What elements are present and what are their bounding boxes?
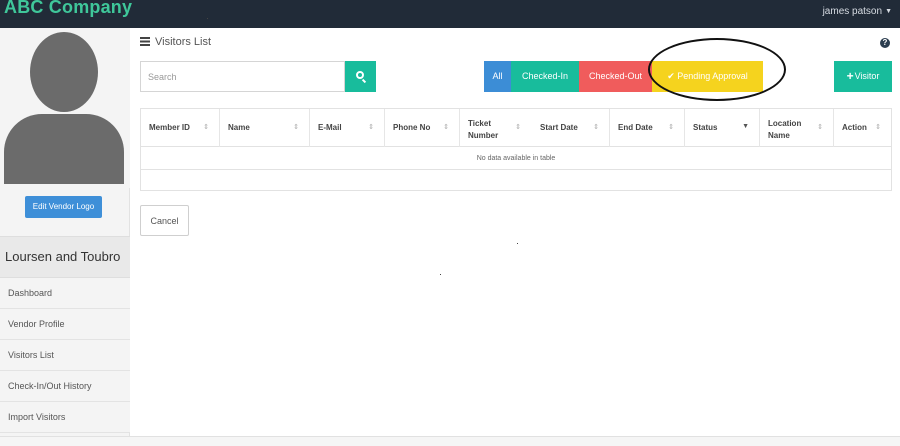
table-header: Member ID ⇕ Name ⇕ E-Mail ⇕ Phone No ⇕ Ticke… <box>141 109 891 147</box>
plus-icon: + <box>846 69 854 83</box>
sort-icon: ⇕ <box>203 124 209 131</box>
list-icon <box>140 37 150 46</box>
sort-icon: ⇕ <box>875 124 881 131</box>
location-line2: Name <box>768 131 790 140</box>
top-navbar: ABC Company james patson ▼ <box>0 0 900 28</box>
add-visitor-button[interactable]: +Visitor <box>834 61 892 92</box>
sidebar-item-checkin-history[interactable]: Check-In/Out History <box>0 371 130 402</box>
column-header-status[interactable]: Status ▼ <box>685 109 760 147</box>
sort-icon: ⇕ <box>515 124 521 131</box>
sort-desc-icon: ▼ <box>742 123 749 130</box>
vendor-avatar <box>0 28 130 188</box>
visitors-table: Member ID ⇕ Name ⇕ E-Mail ⇕ Phone No ⇕ Ticke… <box>140 108 892 191</box>
sidebar-nav: Dashboard Vendor Profile Visitors List C… <box>0 278 130 433</box>
stray-pixel <box>207 18 208 19</box>
column-header-email[interactable]: E-Mail ⇕ <box>310 109 385 147</box>
filter-checked-out-button[interactable]: Checked-Out <box>579 61 652 92</box>
sort-icon: ⇕ <box>668 124 674 131</box>
sort-icon: ⇕ <box>443 124 449 131</box>
sort-icon: ⇕ <box>817 124 823 131</box>
filter-checked-in-button[interactable]: Checked-In <box>511 61 579 92</box>
page-title: Visitors List <box>140 36 211 52</box>
main-content: Visitors List ? All Checked-In Checked-O… <box>140 28 892 436</box>
column-header-end-date[interactable]: End Date ⇕ <box>610 109 685 147</box>
user-menu[interactable]: james patson ▼ <box>823 6 892 17</box>
search-input[interactable] <box>140 61 345 92</box>
sidebar-item-dashboard[interactable]: Dashboard <box>0 278 130 309</box>
column-header-action[interactable]: Action ⇕ <box>834 109 891 147</box>
company-name: Loursen and Toubro <box>0 236 130 278</box>
column-header-name[interactable]: Name ⇕ <box>220 109 310 147</box>
brand-logo-text[interactable]: ABC Company <box>4 0 132 18</box>
stray-pixel <box>440 274 441 275</box>
sidebar-item-visitors-list[interactable]: Visitors List <box>0 340 130 371</box>
sort-icon: ⇕ <box>368 124 374 131</box>
cancel-button[interactable]: Cancel <box>140 205 189 236</box>
page-title-text: Visitors List <box>155 36 212 48</box>
column-header-location[interactable]: Location Name ⇕ <box>760 109 834 147</box>
help-icon[interactable]: ? <box>880 38 890 48</box>
sidebar: Edit Vendor Logo Loursen and Toubro Dash… <box>0 28 130 436</box>
filter-all-button[interactable]: All <box>484 61 511 92</box>
ticket-line2: Number <box>468 131 499 140</box>
column-header-member-id[interactable]: Member ID ⇕ <box>141 109 220 147</box>
add-visitor-label: Visitor <box>854 71 880 81</box>
sidebar-item-import-visitors[interactable]: Import Visitors <box>0 402 130 433</box>
table-empty-message: No data available in table <box>141 148 891 170</box>
avatar-head-icon <box>30 32 98 112</box>
sort-icon: ⇕ <box>593 124 599 131</box>
edit-vendor-logo-button[interactable]: Edit Vendor Logo <box>25 196 102 218</box>
sidebar-item-vendor-profile[interactable]: Vendor Profile <box>0 309 130 340</box>
column-header-phone[interactable]: Phone No ⇕ <box>385 109 460 147</box>
sort-icon: ⇕ <box>293 124 299 131</box>
column-header-ticket-start-date[interactable]: Ticket Number ⇕ Start Date ⇕ <box>460 109 610 147</box>
search-icon <box>356 71 364 79</box>
location-line1: Location <box>768 119 802 128</box>
stray-pixel <box>517 243 518 244</box>
search-button[interactable] <box>345 61 376 92</box>
filter-pending-approval-button[interactable]: ✔ Pending Approval <box>652 61 763 92</box>
ticket-line1: Ticket <box>468 119 491 128</box>
avatar-body-icon <box>4 114 124 184</box>
user-name: james patson <box>822 6 883 17</box>
caret-down-icon: ▼ <box>885 8 892 15</box>
start-date-label: Start Date <box>540 123 578 132</box>
footer-strip <box>0 436 900 446</box>
